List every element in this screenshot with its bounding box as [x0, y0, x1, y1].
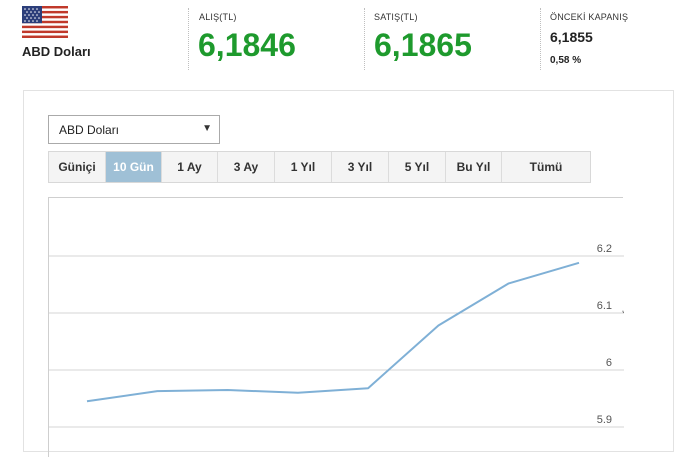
data-point	[436, 324, 440, 328]
data-point	[366, 386, 370, 390]
price-chart: 6.2 6.1 6 5.9 Fiyat	[48, 197, 624, 457]
currency-select-value: ABD Doları	[59, 123, 120, 137]
tab-1-yil[interactable]: 1 Yıl	[275, 152, 332, 182]
tab-1-ay[interactable]: 1 Ay	[162, 152, 218, 182]
data-point	[85, 399, 89, 403]
divider	[188, 8, 189, 70]
price-line	[86, 261, 580, 403]
us-flag-icon	[22, 6, 68, 38]
dropdown-arrow-icon: ▼	[202, 123, 212, 134]
tab-tumu[interactable]: Tümü	[502, 152, 590, 182]
chart-canvas: 6.2 6.1 6 5.9 Fiyat	[49, 243, 624, 428]
y-tick-label: 5.9	[597, 414, 612, 426]
tab-gunici[interactable]: Güniçi	[49, 152, 106, 182]
y-axis-label: Fiyat	[622, 301, 624, 325]
y-tick-label: 6	[606, 357, 612, 369]
data-point	[296, 391, 300, 395]
divider	[364, 8, 365, 70]
buy-value: 6,1846	[198, 27, 296, 63]
currency-name: ABD Doları	[22, 44, 91, 59]
y-tick-label: 6.2	[597, 243, 612, 255]
data-point	[507, 281, 511, 285]
sell-value: 6,1865	[374, 27, 472, 63]
tab-3-ay[interactable]: 3 Ay	[218, 152, 275, 182]
tab-5-yil[interactable]: 5 Yıl	[389, 152, 446, 182]
divider	[540, 8, 541, 70]
sell-label: SATIŞ(TL)	[374, 12, 418, 22]
buy-label: ALIŞ(TL)	[199, 12, 237, 22]
y-tick-label: 6.1	[597, 300, 612, 312]
currency-select[interactable]: ABD Doları ▼	[48, 115, 220, 144]
tab-3-yil[interactable]: 3 Yıl	[332, 152, 389, 182]
prev-close-value: 6,1855	[550, 29, 593, 45]
period-tabs: Güniçi 10 Gün 1 Ay 3 Ay 1 Yıl 3 Yıl 5 Yı…	[48, 151, 591, 183]
data-point	[577, 261, 581, 265]
tab-bu-yil[interactable]: Bu Yıl	[446, 152, 502, 182]
prev-close-label: ÖNCEKİ KAPANIŞ	[550, 12, 629, 22]
tab-10-gun[interactable]: 10 Gün	[106, 152, 162, 182]
data-point	[155, 389, 159, 393]
change-percent: 0,58 %	[550, 55, 582, 66]
data-point	[226, 388, 230, 392]
